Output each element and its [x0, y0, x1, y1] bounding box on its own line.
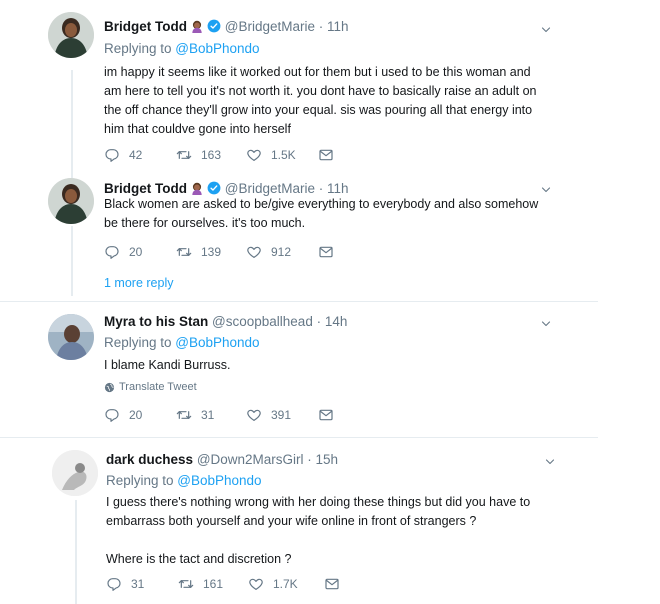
retweet-count: 161	[203, 577, 224, 591]
dm-button[interactable]	[318, 244, 343, 260]
dm-icon	[324, 576, 340, 592]
retweet-count: 31	[201, 408, 215, 422]
author-handle[interactable]: @BridgetMarie · 11h	[225, 19, 349, 34]
replying-to-link[interactable]: @BobPhondo	[177, 473, 261, 488]
like-button[interactable]: 1.7K	[248, 576, 298, 592]
reply-count: 31	[131, 577, 145, 591]
more-reply-link[interactable]: 1 more reply	[104, 276, 173, 290]
retweet-icon	[176, 147, 192, 163]
replying-to: Replying to @BobPhondo	[106, 473, 262, 488]
dm-icon	[318, 147, 334, 163]
translate-label: Translate Tweet	[119, 381, 197, 393]
avatar[interactable]	[48, 178, 94, 224]
reply-icon	[106, 576, 122, 592]
chevron-down-icon[interactable]	[540, 24, 552, 36]
reply-icon	[104, 244, 120, 260]
chevron-down-icon[interactable]	[540, 318, 552, 330]
dm-button[interactable]	[318, 147, 343, 163]
like-icon	[246, 244, 262, 260]
like-button[interactable]: 1.5K	[246, 147, 296, 163]
reply-button[interactable]: 20	[104, 407, 142, 423]
like-icon	[248, 576, 264, 592]
tweet-text: I guess there's nothing wrong with her d…	[106, 495, 531, 566]
like-count: 391	[271, 408, 292, 422]
dm-button[interactable]	[324, 576, 349, 592]
tweet[interactable]: Bridget Todd @BridgetMarie · 11h Black w…	[0, 170, 660, 304]
replying-to-label: Replying to	[104, 41, 176, 56]
woman-emoji-icon	[190, 19, 204, 33]
like-button[interactable]: 391	[246, 407, 291, 423]
replying-to-link[interactable]: @BobPhondo	[175, 41, 259, 56]
dm-icon	[318, 244, 334, 260]
replying-to: Replying to @BobPhondo	[104, 41, 260, 56]
tweet[interactable]: dark duchess @Down2MarsGirl · 15h Replyi…	[0, 438, 660, 604]
like-count: 912	[271, 245, 292, 259]
reply-button[interactable]: 42	[104, 147, 142, 163]
author-name[interactable]: Bridget Todd	[104, 19, 187, 34]
retweet-icon	[176, 244, 192, 260]
retweet-icon	[176, 407, 192, 423]
retweet-count: 139	[201, 245, 222, 259]
author-name[interactable]: dark duchess	[106, 452, 193, 467]
avatar[interactable]	[52, 450, 98, 496]
like-icon	[246, 147, 262, 163]
globe-icon	[104, 382, 115, 393]
verified-icon	[207, 19, 221, 33]
tweet[interactable]: Bridget Todd @BridgetMarie · 11h Replyin…	[0, 0, 660, 170]
reply-count: 42	[129, 148, 143, 162]
retweet-count: 163	[201, 148, 222, 162]
reply-count: 20	[129, 245, 143, 259]
retweet-button[interactable]: 139	[176, 244, 221, 260]
retweet-button[interactable]: 161	[178, 576, 223, 592]
like-icon	[246, 407, 262, 423]
author-handle[interactable]: @BridgetMarie · 11h	[225, 181, 349, 196]
replying-to: Replying to @BobPhondo	[104, 335, 260, 350]
chevron-down-icon[interactable]	[544, 456, 556, 468]
tweet-text: im happy it seems like it worked out for…	[104, 65, 537, 136]
thread-line	[75, 500, 77, 604]
tweet-text: I blame Kandi Burruss.	[104, 358, 231, 372]
replying-to-label: Replying to	[104, 335, 176, 350]
avatar[interactable]	[48, 314, 94, 360]
tweet-text: Black women are asked to be/give everyth…	[104, 197, 539, 230]
author-name[interactable]: Myra to his Stan	[104, 314, 208, 329]
avatar[interactable]	[48, 12, 94, 58]
verified-icon	[207, 181, 221, 195]
reply-icon	[104, 407, 120, 423]
like-button[interactable]: 912	[246, 244, 291, 260]
reply-icon	[104, 147, 120, 163]
tweet[interactable]: Myra to his Stan @scoopballhead · 14h Re…	[0, 302, 660, 436]
reply-button[interactable]: 31	[106, 576, 144, 592]
like-count: 1.5K	[271, 148, 296, 162]
dm-button[interactable]	[318, 407, 343, 423]
author-handle[interactable]: @Down2MarsGirl · 15h	[197, 452, 338, 467]
reply-button[interactable]: 20	[104, 244, 142, 260]
author-name[interactable]: Bridget Todd	[104, 181, 187, 196]
replying-to-label: Replying to	[106, 473, 178, 488]
retweet-button[interactable]: 31	[176, 407, 214, 423]
translate-tweet-link[interactable]: Translate Tweet	[104, 381, 197, 393]
dm-icon	[318, 407, 334, 423]
retweet-button[interactable]: 163	[176, 147, 221, 163]
author-handle[interactable]: @scoopballhead · 14h	[212, 314, 347, 329]
woman-emoji-icon	[190, 181, 204, 195]
like-count: 1.7K	[273, 577, 298, 591]
retweet-icon	[178, 576, 194, 592]
reply-count: 20	[129, 408, 143, 422]
replying-to-link[interactable]: @BobPhondo	[175, 335, 259, 350]
